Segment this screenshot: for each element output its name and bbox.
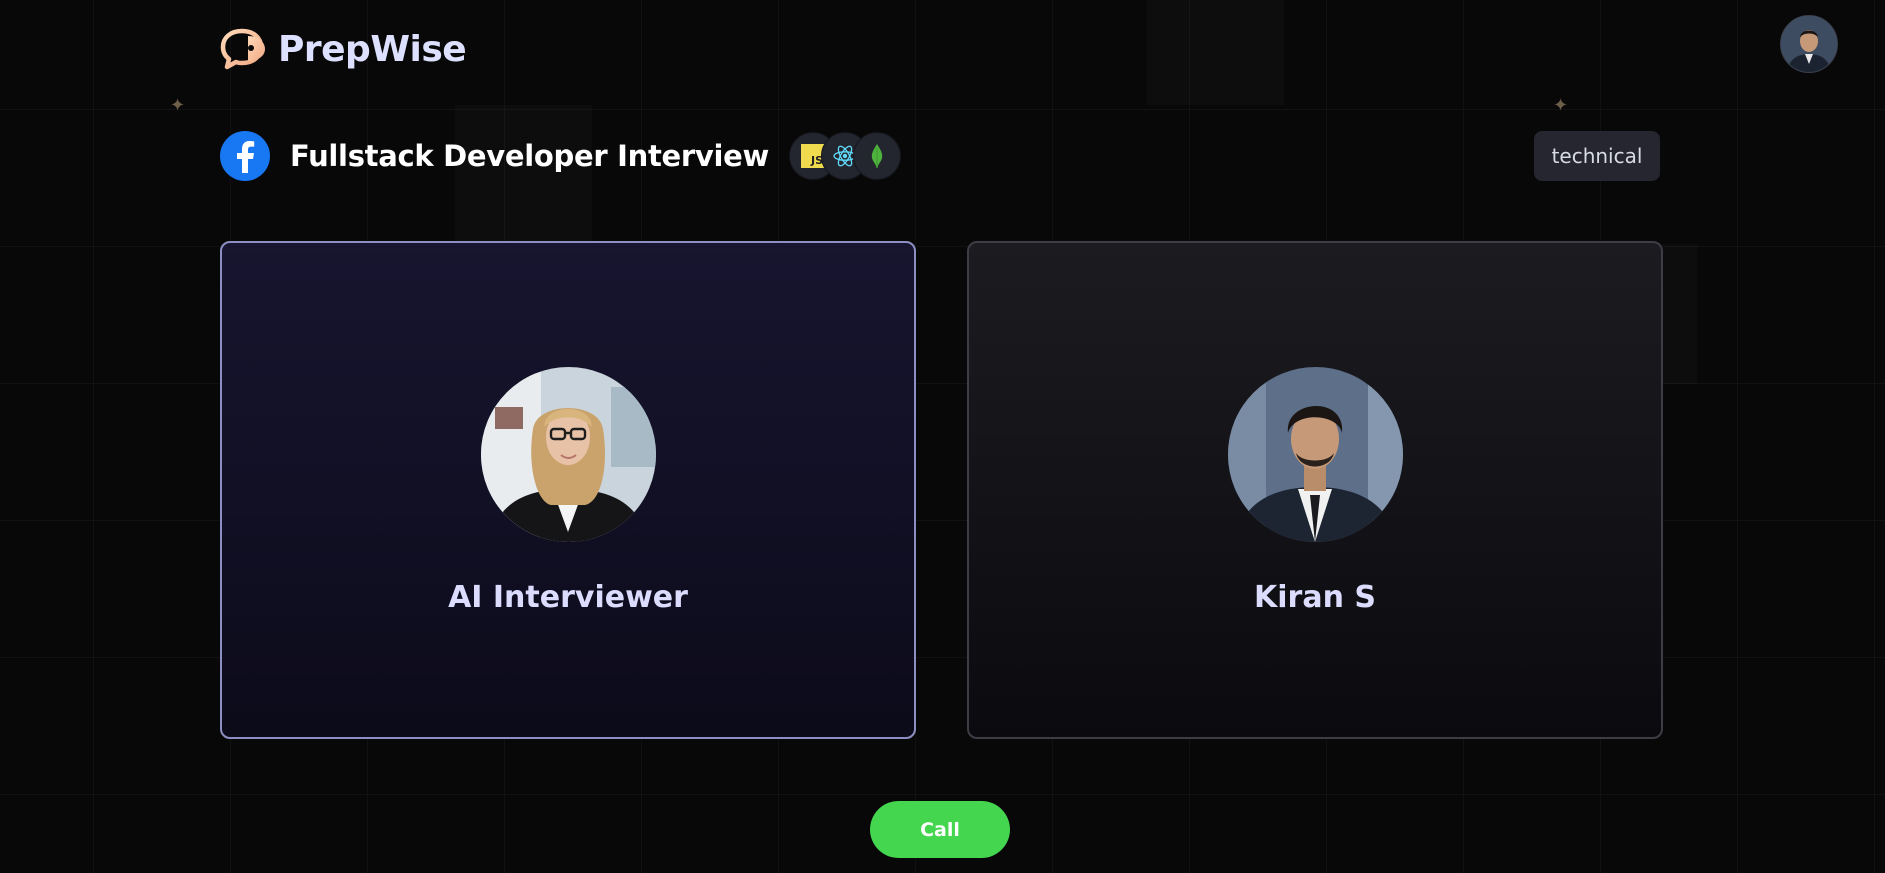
user-photo bbox=[1227, 367, 1403, 542]
brand-name: PrepWise bbox=[278, 28, 467, 70]
sparkle-icon: ✦ bbox=[1553, 95, 1569, 116]
facebook-icon bbox=[220, 131, 270, 181]
background-tile bbox=[1147, 0, 1284, 105]
ai-interviewer-photo bbox=[480, 367, 656, 542]
ai-interviewer-avatar bbox=[480, 367, 656, 542]
sparkle-icon: ✦ bbox=[170, 95, 186, 116]
ai-interviewer-card: AI Interviewer bbox=[220, 241, 916, 739]
user-avatar-image bbox=[1781, 16, 1837, 72]
interview-header: Fullstack Developer Interview JS bbox=[220, 130, 902, 182]
user-card-avatar bbox=[1227, 367, 1403, 542]
page-title: Fullstack Developer Interview bbox=[290, 139, 770, 173]
chat-bubble-icon bbox=[220, 28, 265, 70]
ai-interviewer-name: AI Interviewer bbox=[448, 580, 688, 615]
tech-stack: JS bbox=[789, 132, 902, 180]
user-name: Kiran S bbox=[1254, 580, 1376, 615]
user-avatar[interactable] bbox=[1780, 15, 1838, 73]
interview-type-badge: technical bbox=[1534, 131, 1660, 181]
call-button[interactable]: Call bbox=[870, 801, 1010, 858]
mongodb-icon bbox=[853, 132, 902, 180]
logo[interactable]: PrepWise bbox=[220, 26, 467, 72]
user-card: Kiran S bbox=[967, 241, 1663, 739]
